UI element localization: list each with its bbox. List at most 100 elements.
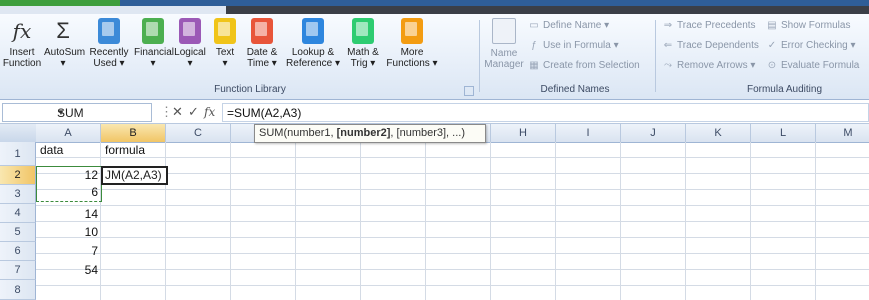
cell-a7[interactable]: 54 bbox=[38, 262, 98, 278]
text-label-1: Text bbox=[215, 47, 235, 58]
math-trig-button[interactable]: Math & Trig ▾ bbox=[344, 18, 382, 69]
row-header-3[interactable]: 3 bbox=[0, 185, 36, 204]
row-header-1[interactable]: 1 bbox=[0, 142, 36, 166]
column-header-l[interactable]: L bbox=[751, 124, 816, 142]
cell-a5[interactable]: 10 bbox=[38, 224, 98, 240]
autosum-button[interactable]: Σ AutoSum ▾ bbox=[44, 18, 86, 69]
active-cell-b2[interactable]: JM(A2,A3) bbox=[101, 166, 168, 185]
row-header-8[interactable]: 8 bbox=[0, 280, 36, 300]
more-functions-button[interactable]: More Functions ▾ bbox=[384, 18, 440, 69]
recently-used-button[interactable]: Recently Used ▾ bbox=[84, 18, 134, 69]
formula-input[interactable]: =SUM(A2,A3) bbox=[222, 103, 869, 122]
logical-label-1: Logical bbox=[174, 47, 206, 58]
book-recent-icon bbox=[98, 18, 120, 44]
create-from-selection-label: Create from Selection bbox=[543, 60, 640, 71]
autosum-label-1: AutoSum bbox=[44, 47, 86, 58]
book-more-icon bbox=[401, 18, 423, 44]
define-name-item[interactable]: ▭ Define Name ▾ bbox=[528, 20, 609, 31]
column-header-c[interactable]: C bbox=[166, 124, 231, 142]
trace-dependents-item[interactable]: ⇐ Trace Dependents bbox=[662, 40, 759, 51]
trace-precedents-item[interactable]: ⇒ Trace Precedents bbox=[662, 20, 756, 31]
name-manager-button[interactable]: Name Manager bbox=[484, 18, 524, 70]
column-header-i[interactable]: I bbox=[556, 124, 621, 142]
dialog-launcher-icon[interactable] bbox=[464, 86, 474, 96]
select-all-corner[interactable] bbox=[0, 124, 36, 142]
row-header-6[interactable]: 6 bbox=[0, 242, 36, 261]
cancel-icon[interactable]: ✕ bbox=[172, 104, 183, 120]
group-separator bbox=[655, 20, 656, 92]
insert-function-label-2: Function bbox=[2, 58, 42, 69]
insert-function-label-1: Insert bbox=[9, 47, 35, 58]
ribbon-tab-row-dark bbox=[226, 6, 869, 14]
financial-button[interactable]: Financial ▾ bbox=[134, 18, 175, 69]
column-header-b[interactable]: B bbox=[101, 124, 166, 142]
evaluate-formula-label: Evaluate Formula bbox=[781, 60, 860, 71]
cell-b1[interactable]: formula bbox=[105, 142, 165, 158]
financial-label-2: ▾ bbox=[150, 58, 156, 69]
chevron-down-icon[interactable]: ▼ bbox=[57, 108, 147, 117]
trace-dependents-icon: ⇐ bbox=[663, 40, 673, 51]
book-financial-icon bbox=[142, 18, 164, 44]
evaluate-formula-item[interactable]: ⊙ Evaluate Formula bbox=[766, 60, 860, 71]
tooltip-prefix[interactable]: SUM(number1, bbox=[259, 127, 337, 139]
sigma-icon: Σ bbox=[56, 18, 70, 43]
date-time-button[interactable]: Date & Time ▾ bbox=[242, 18, 282, 69]
remove-arrows-item[interactable]: ⤳ Remove Arrows ▾ bbox=[662, 60, 755, 71]
row-header-2[interactable]: 2 bbox=[0, 166, 36, 185]
logical-button[interactable]: Logical ▾ bbox=[172, 18, 208, 69]
defined-names-group-label: Defined Names bbox=[540, 84, 610, 95]
book-date-icon bbox=[251, 18, 273, 44]
function-tooltip[interactable]: SUM(number1, [number2], [number3], ...) bbox=[254, 124, 486, 143]
row-header-4[interactable]: 4 bbox=[0, 204, 36, 223]
more-functions-label-1: More bbox=[400, 47, 424, 58]
lookup-label-2: Reference ▾ bbox=[286, 58, 340, 69]
trace-dependents-label: Trace Dependents bbox=[677, 40, 759, 51]
row-header-7[interactable]: 7 bbox=[0, 261, 36, 280]
name-manager-label-2: Manager bbox=[484, 59, 524, 70]
cell-a4[interactable]: 14 bbox=[38, 206, 98, 222]
ribbon: fx Insert Function Σ AutoSum ▾ Recently … bbox=[0, 14, 869, 100]
use-in-formula-item[interactable]: ƒ Use in Formula ▾ bbox=[528, 40, 618, 51]
name-manager-label-1: Name bbox=[490, 48, 518, 59]
column-header-k[interactable]: K bbox=[686, 124, 751, 142]
insert-function-button[interactable]: fx Insert Function bbox=[2, 18, 42, 69]
formula-bar: SUM ▼ ⋮ ✕ ✓ fx =SUM(A2,A3) bbox=[0, 101, 869, 124]
column-header-h[interactable]: H bbox=[491, 124, 556, 142]
more-functions-label-2: Functions ▾ bbox=[386, 58, 438, 69]
insert-function-fx-icon[interactable]: fx bbox=[204, 105, 215, 119]
enter-icon[interactable]: ✓ bbox=[188, 104, 199, 120]
show-formulas-item[interactable]: ▤ Show Formulas bbox=[766, 20, 850, 31]
logical-label-2: ▾ bbox=[187, 58, 193, 69]
text-button[interactable]: Text ▾ bbox=[210, 18, 240, 69]
lookup-reference-button[interactable]: Lookup & Reference ▾ bbox=[284, 18, 342, 69]
book-logical-icon bbox=[179, 18, 201, 44]
formula-input-value: =SUM(A2,A3) bbox=[227, 106, 302, 120]
book-math-icon bbox=[352, 18, 374, 44]
tag-icon: ▭ bbox=[529, 20, 539, 31]
column-header-m[interactable]: M bbox=[816, 124, 869, 142]
error-checking-item[interactable]: ✓ Error Checking ▾ bbox=[766, 40, 856, 51]
title-strip bbox=[0, 0, 869, 14]
column-header-j[interactable]: J bbox=[621, 124, 686, 142]
tooltip-current-arg[interactable]: [number2] bbox=[337, 127, 391, 139]
date-time-label-1: Date & bbox=[246, 47, 278, 58]
row-header-5[interactable]: 5 bbox=[0, 223, 36, 242]
financial-label-1: Financial bbox=[134, 47, 175, 58]
group-separator bbox=[479, 20, 480, 92]
create-from-selection-item[interactable]: ▦ Create from Selection bbox=[528, 60, 640, 71]
cell-a3[interactable]: 6 bbox=[38, 184, 98, 200]
name-box[interactable]: SUM ▼ bbox=[2, 103, 152, 122]
recently-used-label-1: Recently bbox=[89, 47, 129, 58]
cell-a2[interactable]: 12 bbox=[38, 167, 98, 183]
formula-auditing-group-label: Formula Auditing bbox=[746, 84, 823, 95]
date-time-label-2: Time ▾ bbox=[247, 58, 277, 69]
show-formulas-icon: ▤ bbox=[767, 20, 777, 31]
cell-a6[interactable]: 7 bbox=[38, 243, 98, 259]
autosum-label-2: ▾ bbox=[60, 58, 66, 69]
trace-precedents-icon: ⇒ bbox=[663, 20, 673, 31]
book-text-icon bbox=[214, 18, 236, 44]
column-header-a[interactable]: A bbox=[36, 124, 101, 142]
fx-icon: fx bbox=[12, 19, 32, 43]
cell-a1[interactable]: data bbox=[40, 142, 100, 158]
text-label-2: ▾ bbox=[222, 58, 228, 69]
